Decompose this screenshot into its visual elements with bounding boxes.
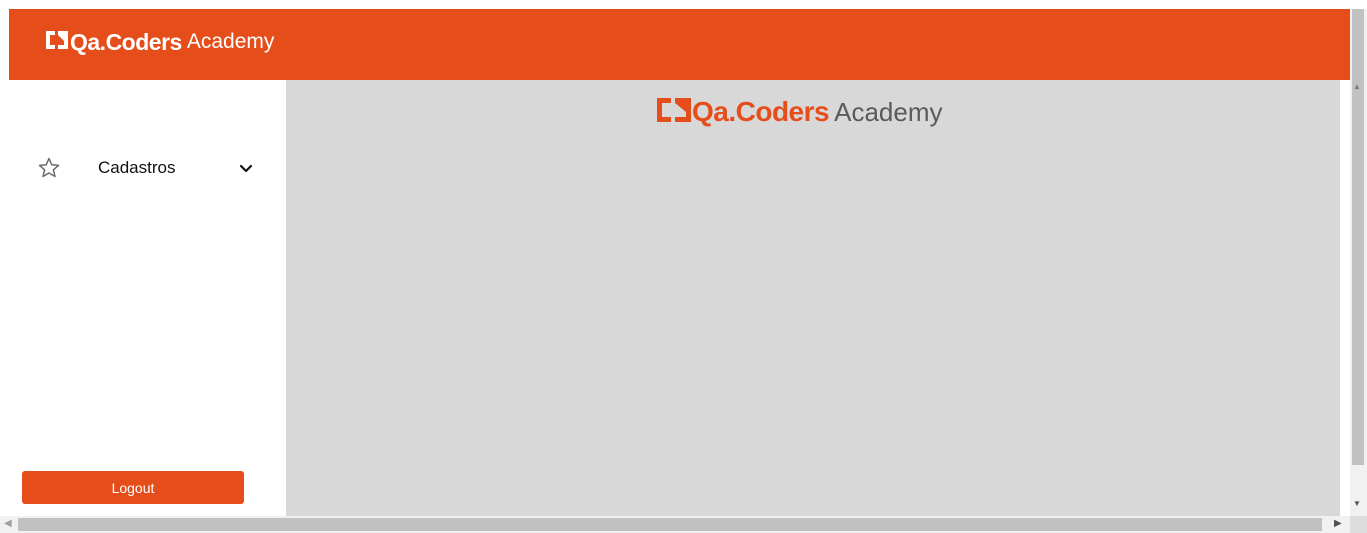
scroll-up-icon[interactable]: ▲ bbox=[1353, 82, 1361, 91]
sidebar: Cadastros Logout bbox=[9, 80, 286, 516]
header-logo[interactable]: Qa.Coders Academy bbox=[44, 28, 274, 56]
brand-name: Qa.Coders bbox=[70, 28, 182, 55]
brand-mark-icon bbox=[656, 97, 692, 128]
horizontal-scroll-thumb[interactable] bbox=[18, 518, 1322, 531]
star-icon bbox=[37, 156, 61, 180]
scroll-right-icon[interactable]: ▶ bbox=[1334, 518, 1342, 529]
brand-mark-icon bbox=[44, 29, 70, 56]
sidebar-item-label: Cadastros bbox=[98, 158, 176, 177]
scroll-left-icon[interactable]: ◀ bbox=[4, 518, 12, 529]
sidebar-item-cadastros[interactable]: Cadastros bbox=[9, 148, 286, 188]
vertical-scrollbar[interactable]: ▲ ▼ bbox=[1350, 9, 1367, 516]
vertical-scroll-thumb[interactable] bbox=[1352, 9, 1364, 465]
brand-suffix: Academy bbox=[186, 30, 275, 53]
brand-name: Qa.Coders bbox=[692, 96, 830, 127]
top-header: Qa.Coders Academy bbox=[9, 9, 1350, 80]
chevron-down-icon[interactable] bbox=[237, 160, 255, 178]
page-margin bbox=[0, 0, 9, 516]
scroll-down-icon[interactable]: ▼ bbox=[1353, 499, 1361, 508]
main-content: Qa.Coders Academy bbox=[286, 80, 1340, 516]
main-logo: Qa.Coders Academy bbox=[656, 96, 943, 128]
horizontal-scrollbar[interactable]: ◀ ▶ bbox=[0, 516, 1350, 533]
brand-suffix: Academy bbox=[834, 96, 943, 127]
logout-button[interactable]: Logout bbox=[22, 471, 244, 504]
scrollbar-corner bbox=[1350, 516, 1367, 533]
